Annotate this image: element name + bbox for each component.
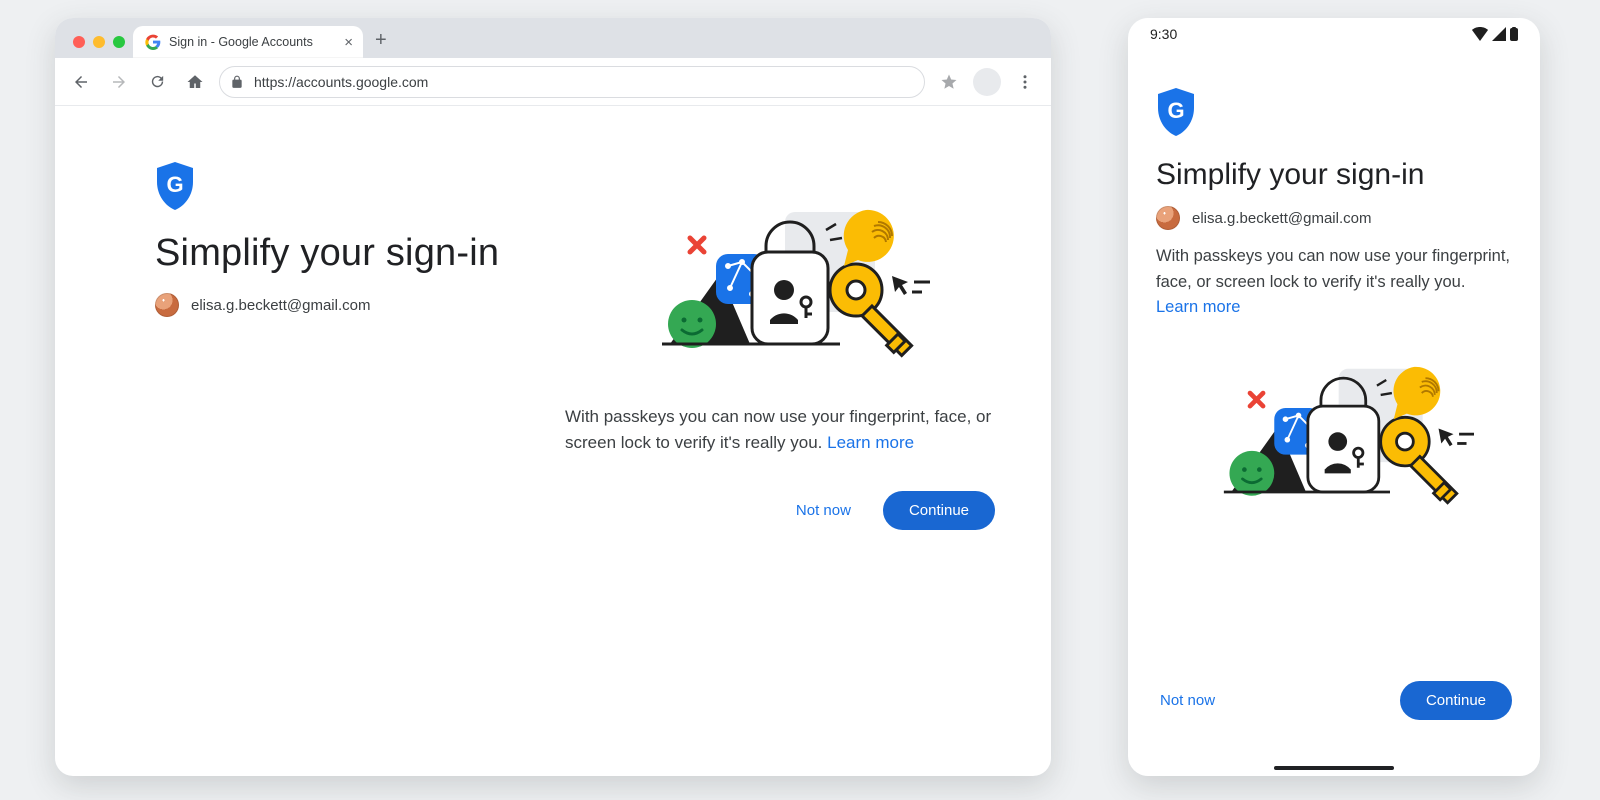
maximize-window-icon[interactable]: [113, 36, 125, 48]
not-now-button[interactable]: Not now: [792, 494, 855, 527]
continue-button[interactable]: Continue: [1400, 681, 1512, 720]
overflow-menu-icon[interactable]: [1011, 68, 1039, 96]
svg-text:G: G: [1167, 98, 1184, 123]
status-icons: [1472, 27, 1518, 41]
tab-strip: Sign in - Google Accounts × +: [55, 18, 1051, 58]
window-controls: [63, 36, 133, 58]
browser-window: Sign in - Google Accounts × +: [55, 18, 1051, 776]
back-button[interactable]: [67, 68, 95, 96]
learn-more-link[interactable]: Learn more: [1156, 298, 1240, 316]
passkey-illustration: [630, 204, 930, 364]
gesture-bar[interactable]: [1274, 766, 1394, 770]
tab-title: Sign in - Google Accounts: [169, 35, 313, 49]
passkey-illustration: [1194, 361, 1474, 511]
account-email: elisa.g.beckett@gmail.com: [1192, 210, 1371, 227]
status-bar: 9:30: [1128, 18, 1540, 50]
minimize-window-icon[interactable]: [93, 36, 105, 48]
url-input[interactable]: [252, 73, 914, 91]
google-favicon-icon: [145, 34, 161, 50]
description-text: With passkeys you can now use your finge…: [565, 404, 995, 457]
action-row: Not now Continue: [1156, 671, 1512, 746]
page-title: Simplify your sign-in: [1156, 158, 1512, 192]
description-text: With passkeys you can now use your finge…: [1156, 244, 1512, 321]
home-button[interactable]: [181, 68, 209, 96]
mobile-device: 9:30 G Simplify your sign-in elisa.g.bec…: [1128, 18, 1540, 776]
account-email: elisa.g.beckett@gmail.com: [191, 297, 370, 314]
status-time: 9:30: [1150, 26, 1177, 42]
browser-toolbar: [55, 58, 1051, 106]
google-shield-icon: G: [155, 162, 989, 210]
reload-button[interactable]: [143, 68, 171, 96]
svg-text:G: G: [166, 172, 183, 197]
new-tab-button[interactable]: +: [363, 29, 399, 58]
close-window-icon[interactable]: [73, 36, 85, 48]
not-now-button[interactable]: Not now: [1156, 684, 1219, 717]
continue-button[interactable]: Continue: [883, 491, 995, 530]
address-bar[interactable]: [219, 66, 925, 98]
mobile-content: G Simplify your sign-in elisa.g.beckett@…: [1128, 50, 1540, 766]
action-row: Not now Continue: [565, 491, 995, 530]
browser-tab[interactable]: Sign in - Google Accounts ×: [133, 26, 363, 58]
bookmark-star-icon[interactable]: [935, 68, 963, 96]
lock-icon: [230, 75, 244, 89]
google-shield-icon: G: [1156, 88, 1512, 136]
learn-more-link[interactable]: Learn more: [827, 433, 914, 452]
wifi-icon: [1472, 27, 1488, 41]
profile-avatar-icon[interactable]: [973, 68, 1001, 96]
close-tab-icon[interactable]: ×: [344, 34, 353, 51]
user-avatar-icon: [1156, 206, 1180, 230]
account-chip[interactable]: elisa.g.beckett@gmail.com: [1156, 206, 1512, 230]
user-avatar-icon: [155, 293, 179, 317]
battery-icon: [1510, 27, 1518, 41]
cellular-icon: [1492, 27, 1506, 41]
page-content: G Simplify your sign-in elisa.g.beckett@…: [55, 106, 1051, 776]
forward-button[interactable]: [105, 68, 133, 96]
right-column: With passkeys you can now use your finge…: [565, 204, 995, 530]
